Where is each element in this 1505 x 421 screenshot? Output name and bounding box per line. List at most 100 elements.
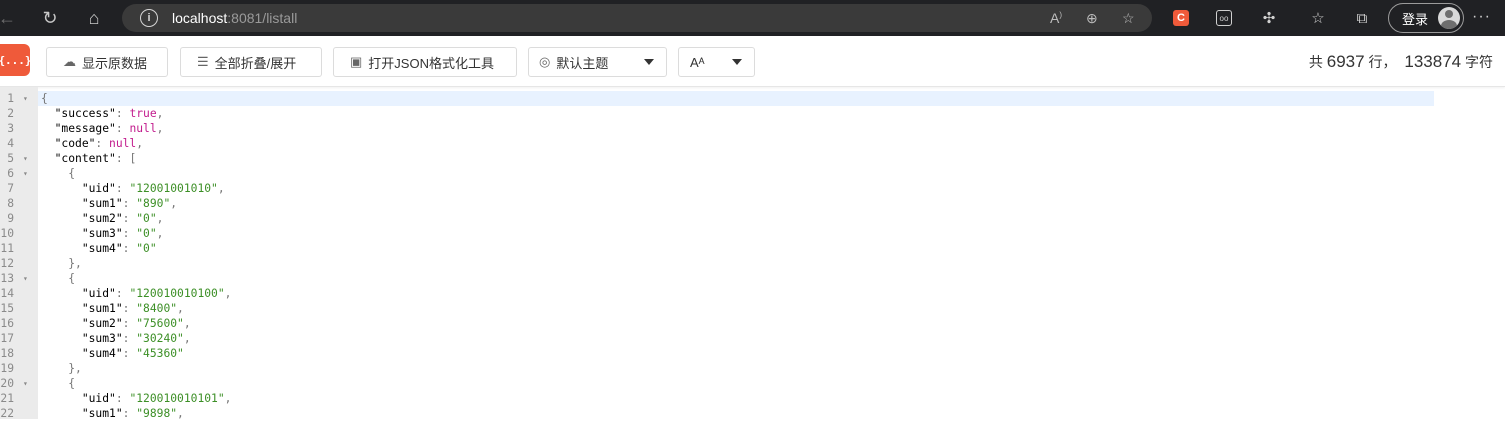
line-number: 7 [7, 182, 14, 195]
line-number: 4 [7, 137, 14, 150]
code-token: , [136, 137, 144, 150]
code-token: }, [68, 257, 82, 270]
json-toolbar: {...} ☁ 显示原数据 ☰ 全部折叠/展开 ▣ 打开JSON格式化工具 ◎ … [0, 36, 1505, 87]
code-token: "890" [136, 197, 171, 210]
line-number: 3 [7, 122, 14, 135]
home-icon[interactable]: ⌂ [78, 2, 110, 34]
fold-all-button[interactable]: ☰ 全部折叠/展开 [180, 47, 322, 77]
code-token: : [115, 182, 130, 195]
code-token: "0" [136, 242, 157, 255]
csdn-extension-icon[interactable]: C [1173, 10, 1189, 26]
line-number: 1 [7, 92, 14, 105]
code-token: , [156, 122, 164, 135]
line-number: 9 [7, 212, 14, 225]
code-token: : [115, 152, 130, 165]
reload-icon[interactable]: ↻ [34, 2, 66, 34]
line-number: 21 [0, 392, 14, 405]
code-text: "sum2": "75600", [41, 316, 191, 331]
code-token: : [122, 227, 137, 240]
extension-icon[interactable]: oo [1216, 10, 1232, 26]
code-token: true [129, 107, 157, 120]
code-token: , [217, 182, 225, 195]
code-text: "sum4": "0" [41, 241, 157, 256]
code-token: { [68, 167, 76, 180]
code-token: "sum2" [81, 317, 123, 330]
show-raw-data-button[interactable]: ☁ 显示原数据 [46, 47, 168, 77]
line-number: 10 [0, 227, 14, 240]
code-text: "uid": "12001001010", [41, 181, 225, 196]
code-token: "9898" [136, 407, 178, 420]
zoom-icon[interactable]: ⊕ [1086, 10, 1098, 27]
url-host: localhost [172, 10, 228, 26]
fold-toggle-icon[interactable]: ▾ [23, 166, 28, 181]
code-token: "sum1" [81, 302, 123, 315]
code-token: "120010010101" [129, 392, 225, 405]
code-token: "45360" [136, 347, 184, 360]
code-text: { [41, 166, 75, 181]
open-json-tool-button[interactable]: ▣ 打开JSON格式化工具 [333, 47, 517, 77]
theme-select[interactable]: ◎ 默认主题 [528, 47, 667, 77]
fold-toggle-icon[interactable]: ▾ [23, 376, 28, 391]
code-token: "code" [54, 137, 96, 150]
code-token: "0" [136, 212, 157, 225]
code-token: "75600" [136, 317, 184, 330]
line-number: 19 [0, 362, 14, 375]
favorites-icon[interactable]: ☆ [1308, 8, 1328, 28]
fold-toggle-icon[interactable]: ▾ [23, 271, 28, 286]
more-menu-icon[interactable]: ··· [1472, 8, 1491, 26]
login-button[interactable]: 登录 [1388, 3, 1464, 33]
code-token: "uid" [81, 392, 116, 405]
code-token: "sum4" [81, 242, 123, 255]
site-info-icon[interactable]: i [140, 9, 158, 27]
collections-icon[interactable]: ⧉ [1352, 8, 1372, 28]
favorite-add-icon[interactable]: ☆ [1122, 10, 1135, 27]
font-size-select[interactable]: Aᴬ [678, 47, 755, 77]
stats-line-count: 6937 [1326, 52, 1365, 71]
code-token: null [129, 122, 157, 135]
line-number: 18 [0, 347, 14, 360]
code-token: "0" [136, 227, 157, 240]
code-token: null [109, 137, 137, 150]
code-token: , [183, 332, 191, 345]
code-text: }, [41, 256, 82, 271]
code-token: : [115, 122, 130, 135]
address-bar[interactable]: i localhost:8081/listall A) ⊕ ☆ [122, 4, 1152, 32]
extensions-puzzle-icon[interactable]: ✣ [1259, 8, 1279, 28]
show-raw-data-label: 显示原数据 [82, 55, 148, 71]
cloud-icon: ☁ [63, 54, 76, 69]
code-token: , [156, 212, 164, 225]
code-text: "message": null, [41, 121, 164, 136]
json-logo: {...} [0, 44, 32, 76]
line-number: 15 [0, 302, 14, 315]
stats-line-unit: 行， [1368, 54, 1397, 70]
code-text: "sum4": "45360" [41, 346, 184, 361]
json-editor[interactable]: 1 ▾ {2 "success": true, 3 "message": null, 4… [0, 87, 1505, 420]
code-token: , [177, 302, 184, 315]
code-token: "30240" [136, 332, 184, 345]
url-text[interactable]: localhost:8081/listall [172, 10, 297, 26]
code-token: "120010010100" [129, 287, 225, 300]
read-aloud-icon[interactable]: A) [1050, 10, 1062, 26]
line-number: 2 [7, 107, 14, 120]
code-token: "uid" [81, 287, 116, 300]
code-token: "8400" [136, 302, 178, 315]
line-number: 16 [0, 317, 14, 330]
stats-prefix: 共 [1308, 54, 1323, 70]
code-token: : [122, 197, 137, 210]
back-icon[interactable]: ← [0, 2, 16, 34]
code-token: "sum4" [81, 347, 123, 360]
code-token: , [156, 227, 164, 240]
fold-toggle-icon[interactable]: ▾ [23, 151, 28, 166]
fold-toggle-icon[interactable]: ▾ [23, 91, 28, 106]
